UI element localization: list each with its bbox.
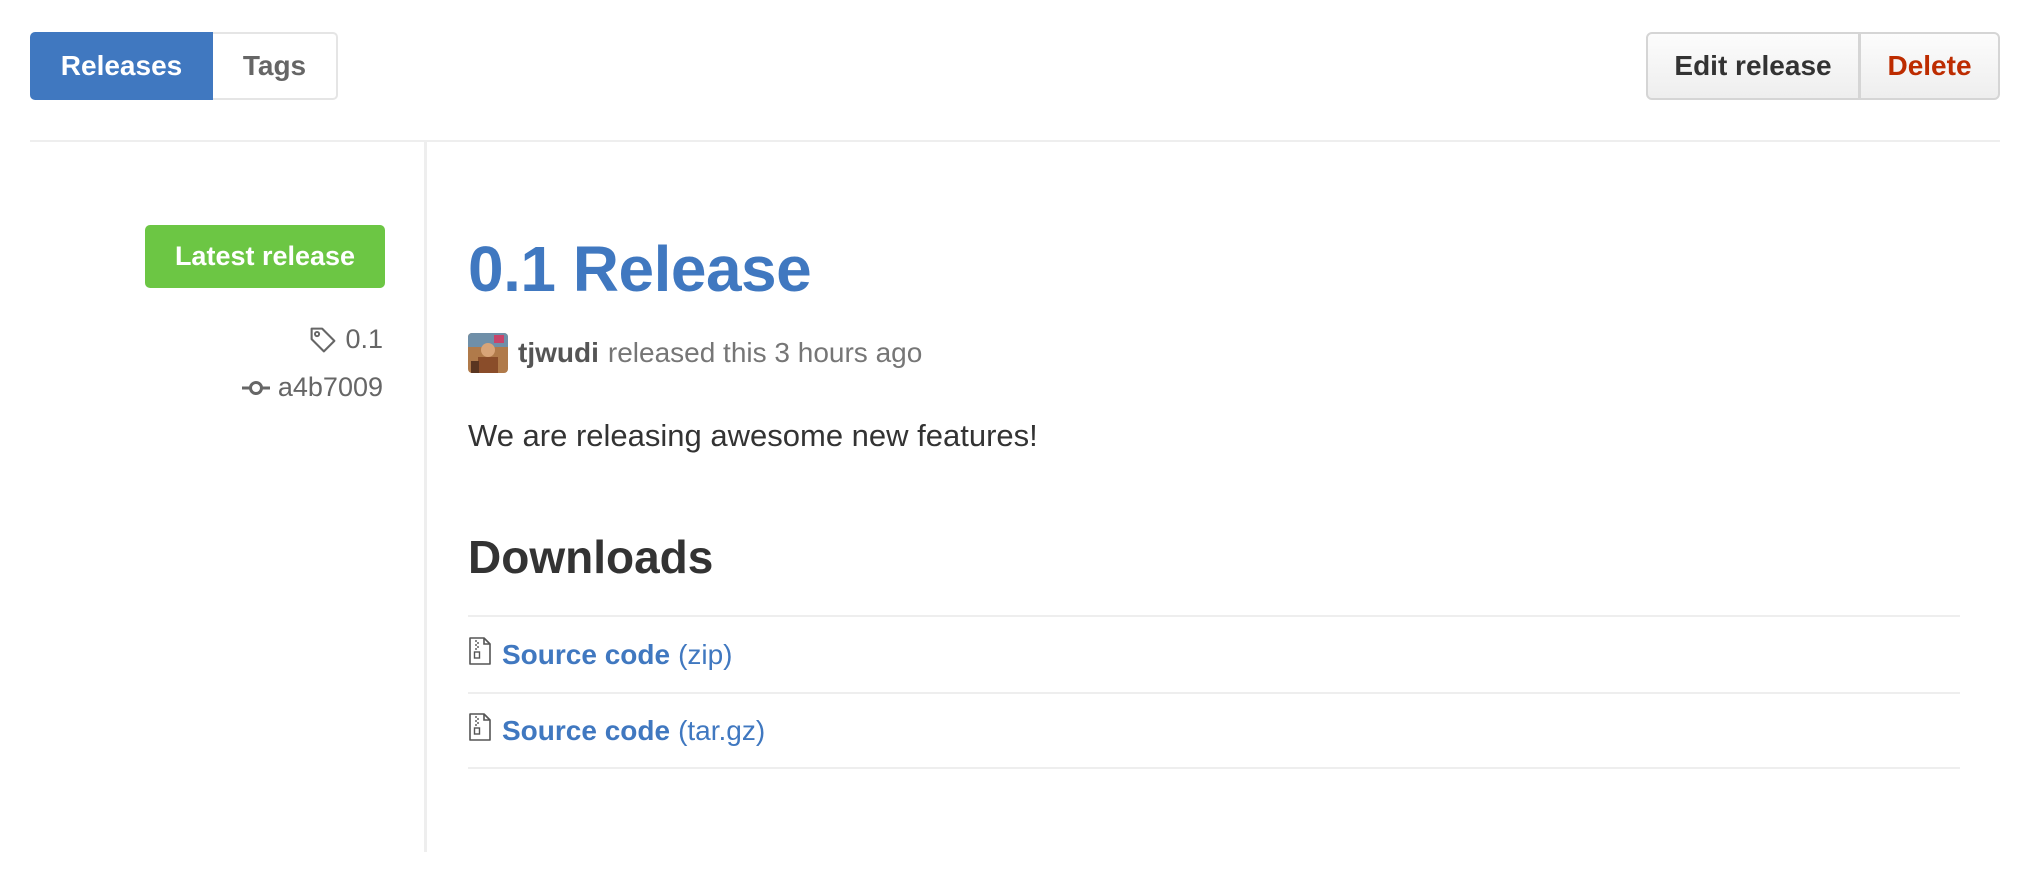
release-actions: Edit release Delete xyxy=(1646,32,2000,100)
release-title[interactable]: 0.1 Release xyxy=(468,232,812,306)
delete-release-button[interactable]: Delete xyxy=(1860,32,2000,100)
file-zip-icon xyxy=(468,712,492,742)
download-ext: (zip) xyxy=(678,638,733,670)
download-name: Source code xyxy=(502,714,671,746)
release-description: We are releasing awesome new features! xyxy=(468,418,1038,453)
header-divider xyxy=(30,140,2000,142)
edit-release-button[interactable]: Edit release xyxy=(1646,32,1860,100)
meta-column-divider xyxy=(424,142,427,852)
latest-release-badge: Latest release xyxy=(145,225,385,288)
releases-tags-subnav: Releases Tags xyxy=(30,32,338,100)
download-ext: (tar.gz) xyxy=(678,714,766,746)
release-byline: tjwudi released this 3 hours ago xyxy=(468,333,922,373)
source-code-zip-link[interactable]: Source code (zip) xyxy=(502,639,733,671)
file-zip-icon xyxy=(468,636,492,666)
tab-releases[interactable]: Releases xyxy=(30,32,213,100)
tag-icon xyxy=(309,326,337,354)
author-link[interactable]: tjwudi xyxy=(518,337,599,369)
release-page: Releases Tags Edit release Delete Latest… xyxy=(0,0,2032,872)
downloads-heading: Downloads xyxy=(468,531,714,583)
source-code-targz-link[interactable]: Source code (tar.gz) xyxy=(502,715,765,747)
downloads-list: Source code (zip) Source code (tar.gz) xyxy=(468,615,1960,769)
download-item-zip: Source code (zip) xyxy=(468,615,1960,692)
git-commit-icon xyxy=(241,378,270,398)
released-time-text: released this 3 hours ago xyxy=(607,337,923,368)
download-name: Source code xyxy=(502,638,671,670)
tag-label: 0.1 xyxy=(345,324,383,354)
release-tag[interactable]: 0.1 xyxy=(309,324,383,355)
download-item-targz: Source code (tar.gz) xyxy=(468,692,1960,769)
avatar[interactable] xyxy=(468,333,508,373)
tab-tags[interactable]: Tags xyxy=(213,32,338,100)
commit-sha: a4b7009 xyxy=(277,372,383,402)
release-commit[interactable]: a4b7009 xyxy=(241,372,383,403)
